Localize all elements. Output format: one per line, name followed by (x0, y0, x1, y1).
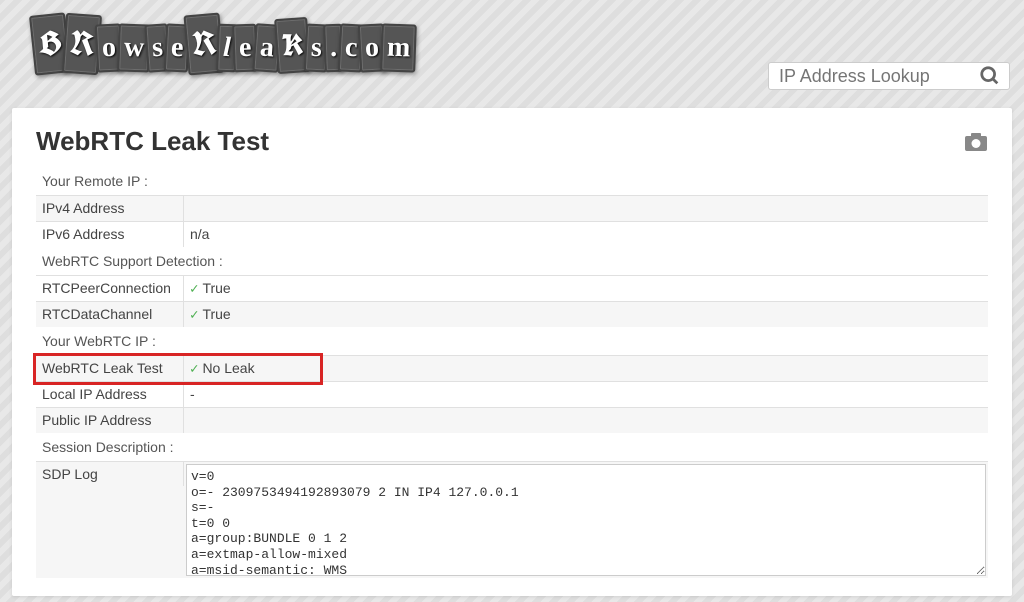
site-header: B R o w s e R l e a K s . c o m (0, 0, 1024, 108)
row-local-ip: Local IP Address - (36, 381, 988, 407)
value-public-ip (184, 408, 988, 433)
value-peer-connection: ✓True (184, 276, 988, 301)
page-title: WebRTC Leak Test (36, 126, 269, 157)
value-local-ip: - (184, 382, 988, 407)
label-local-ip: Local IP Address (36, 382, 184, 407)
value-ipv6: n/a (184, 222, 988, 247)
label-data-channel: RTCDataChannel (36, 302, 184, 327)
camera-icon[interactable] (964, 132, 988, 152)
row-leak-test: WebRTC Leak Test ✓No Leak (36, 355, 988, 381)
value-ipv4 (184, 196, 988, 221)
search-box (768, 62, 1010, 90)
site-logo[interactable]: B R o w s e R l e a K s . c o m (34, 14, 415, 74)
label-ipv6: IPv6 Address (36, 222, 184, 247)
check-icon: ✓ (190, 361, 198, 377)
row-public-ip: Public IP Address (36, 407, 988, 433)
row-data-channel: RTCDataChannel ✓True (36, 301, 988, 327)
label-public-ip: Public IP Address (36, 408, 184, 433)
section-support-heading: WebRTC Support Detection : (36, 247, 988, 275)
value-leak-test: ✓No Leak (184, 356, 988, 381)
section-session-heading: Session Description : (36, 433, 988, 461)
sdp-log-textarea[interactable] (186, 464, 986, 576)
check-icon: ✓ (190, 307, 198, 323)
label-peer-connection: RTCPeerConnection (36, 276, 184, 301)
section-webrtc-ip-heading: Your WebRTC IP : (36, 327, 988, 355)
label-sdp-log: SDP Log (36, 462, 184, 486)
label-ipv4: IPv4 Address (36, 196, 184, 221)
section-remote-ip-heading: Your Remote IP : (36, 167, 988, 195)
search-icon[interactable] (979, 65, 1001, 87)
label-leak-test: WebRTC Leak Test (36, 356, 184, 381)
row-peer-connection: RTCPeerConnection ✓True (36, 275, 988, 301)
search-input[interactable] (779, 66, 979, 87)
row-ipv6: IPv6 Address n/a (36, 221, 988, 247)
value-data-channel: ✓True (184, 302, 988, 327)
row-sdp-log: SDP Log (36, 461, 988, 578)
main-content: WebRTC Leak Test Your Remote IP : IPv4 A… (12, 108, 1012, 596)
check-icon: ✓ (190, 281, 198, 297)
row-ipv4: IPv4 Address (36, 195, 988, 221)
